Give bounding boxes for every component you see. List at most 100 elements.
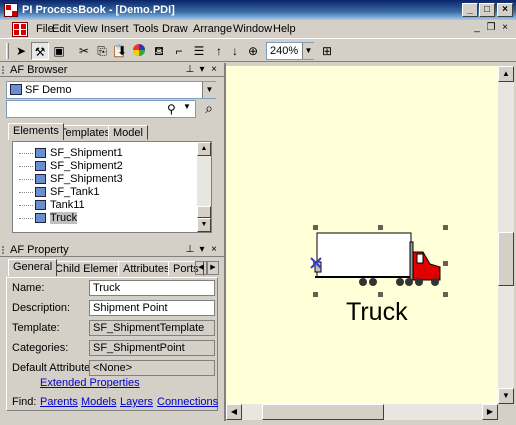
extended-properties-link[interactable]: Extended Properties — [40, 377, 140, 389]
find-layers-link[interactable]: Layers — [120, 396, 153, 408]
display-canvas[interactable]: Truck — [226, 66, 498, 404]
maximize-button[interactable]: □ — [479, 3, 495, 17]
name-label: Name: — [12, 282, 45, 294]
scroll-corner — [498, 404, 514, 420]
chevron-down-icon[interactable]: ▼ — [202, 82, 216, 98]
copy-icon[interactable]: ⎘ — [93, 42, 111, 60]
tree-item-label: SF_Tank1 — [50, 186, 100, 198]
find-models-link[interactable]: Models — [81, 396, 116, 408]
close-button[interactable]: × — [497, 3, 513, 17]
tree-item-tank11[interactable]: Tank11 — [19, 199, 85, 212]
menu-insert[interactable]: Insert — [101, 23, 129, 35]
scroll-down-icon[interactable]: ▼ — [197, 218, 211, 232]
mdi-restore-button[interactable]: ❐ — [484, 23, 498, 35]
fit-zoom-icon[interactable]: ⊞ — [318, 42, 336, 60]
document-icon-tb[interactable]: ☰ — [190, 42, 208, 60]
truck-label: Truck — [346, 298, 408, 326]
element-icon — [35, 148, 46, 159]
menu-help[interactable]: Help — [273, 23, 296, 35]
af-property-tabs: General Child Elements Attributes Ports … — [8, 259, 219, 277]
tree-item-label: SF_Shipment2 — [50, 160, 123, 172]
menu-edit[interactable]: Edit — [52, 23, 71, 35]
dropdown-icon[interactable]: ▾ — [196, 243, 208, 257]
default-attribute-label: Default Attribute: — [12, 362, 94, 374]
paint-bucket-icon[interactable]: ⛾ — [150, 42, 168, 60]
panel-close-icon[interactable]: × — [208, 63, 220, 77]
tree-item-sf-shipment3[interactable]: SF_Shipment3 — [19, 173, 123, 186]
search-icon[interactable]: ⚲ — [167, 102, 176, 116]
canvas-hscrollbar[interactable]: ◀ ▶ — [226, 404, 498, 420]
mdi-minimize-button[interactable]: _ — [470, 23, 484, 35]
name-field[interactable]: Truck — [89, 280, 215, 296]
af-property-title: AF Property — [10, 244, 69, 256]
find-parents-link[interactable]: Parents — [40, 396, 78, 408]
find-connections-link[interactable]: Connections — [157, 396, 218, 408]
menu-tools[interactable]: Tools — [133, 23, 159, 35]
tab-elements[interactable]: Elements — [8, 123, 64, 140]
description-label: Description: — [12, 302, 71, 314]
zoom-icon[interactable]: ⊕ — [244, 42, 262, 60]
truck-symbol[interactable] — [311, 230, 446, 296]
connector-icon[interactable]: ⌐ — [170, 42, 188, 60]
tree-item-sf-shipment1[interactable]: SF_Shipment1 — [19, 147, 123, 160]
pin-icon[interactable]: ⊥ — [184, 243, 196, 257]
menu-window[interactable]: Window — [233, 23, 272, 35]
tree-item-sf-shipment2[interactable]: SF_Shipment2 — [19, 160, 123, 173]
dropdown-icon[interactable]: ▾ — [196, 63, 208, 77]
title-bar: PI ProcessBook - [Demo.PDI] _ □ × — [0, 0, 516, 20]
hammer-icon[interactable]: ⚒ — [31, 42, 49, 60]
search-input[interactable]: ⚲ ▼ — [6, 100, 196, 118]
scroll-right-icon[interactable]: ▶ — [482, 404, 498, 420]
select-arrow-icon[interactable]: ➤ — [12, 42, 30, 60]
af-browser-title: AF Browser — [10, 64, 68, 76]
scroll-thumb[interactable] — [262, 404, 384, 420]
scroll-thumb[interactable] — [197, 206, 211, 218]
scroll-up-icon[interactable]: ▲ — [498, 66, 514, 82]
canvas-vscrollbar[interactable]: ▲ ▼ — [498, 66, 514, 404]
document-icon[interactable] — [12, 22, 28, 37]
categories-value: SF_ShipmentPoint — [93, 342, 185, 354]
save-icon[interactable]: ▣ — [50, 42, 68, 60]
color-palette-icon[interactable] — [130, 42, 148, 60]
template-field: SF_ShipmentTemplate — [89, 320, 215, 336]
element-icon — [35, 187, 46, 198]
menu-draw[interactable]: Draw — [162, 23, 188, 35]
description-field[interactable]: Shipment Point — [89, 300, 215, 316]
find-search-icon[interactable]: ⌕ — [200, 100, 218, 118]
pin-icon[interactable]: ⊥ — [184, 63, 196, 77]
tab-general[interactable]: General — [8, 259, 58, 276]
arrow-down-icon[interactable]: ↓ — [226, 42, 244, 60]
scroll-down-icon[interactable]: ▼ — [498, 388, 514, 404]
cut-icon[interactable]: ✂ — [75, 42, 93, 60]
tab-templates[interactable]: Templates — [55, 125, 116, 140]
af-property-panel: AF Property ⊥ ▾ × General Child Elements… — [0, 243, 224, 413]
scroll-up-icon[interactable]: ▲ — [197, 142, 211, 156]
panel-close-icon[interactable]: × — [208, 243, 220, 257]
tab-model[interactable]: Model — [108, 125, 148, 140]
search-dropdown-icon[interactable]: ▼ — [183, 102, 191, 111]
scroll-thumb[interactable] — [498, 232, 514, 286]
mdi-close-button[interactable]: × — [498, 23, 512, 35]
menu-view[interactable]: View — [74, 23, 98, 35]
menu-arrange[interactable]: Arrange — [193, 23, 232, 35]
tree-item-truck[interactable]: Truck — [19, 212, 78, 225]
tree-item-label: Truck — [50, 212, 78, 224]
download-icon[interactable]: ⬇ — [116, 42, 128, 60]
tab-attributes[interactable]: Attributes — [118, 261, 175, 276]
chevron-down-icon[interactable]: ▼ — [302, 43, 314, 59]
element-icon — [35, 200, 46, 211]
minimize-button[interactable]: _ — [462, 3, 478, 17]
server-combo[interactable]: SF Demo ▼ — [6, 81, 216, 99]
af-browser-tabs: Elements Templates Model — [8, 123, 218, 141]
tree-item-sf-tank1[interactable]: SF_Tank1 — [19, 186, 100, 199]
server-name: SF Demo — [25, 84, 72, 96]
toolbar-grip[interactable] — [6, 43, 9, 59]
tree-item-label: SF_Shipment3 — [50, 173, 123, 185]
tree-scrollbar[interactable]: ▲ ▼ — [197, 142, 211, 232]
default-attribute-value: <None> — [93, 362, 133, 374]
description-value: Shipment Point — [93, 302, 168, 314]
tab-scroll-right-icon[interactable]: ▶ — [207, 261, 219, 275]
default-attribute-field[interactable]: <None> — [89, 360, 215, 376]
scroll-left-icon[interactable]: ◀ — [226, 404, 242, 420]
tab-scroll-left-icon[interactable]: ◀ — [195, 261, 207, 275]
